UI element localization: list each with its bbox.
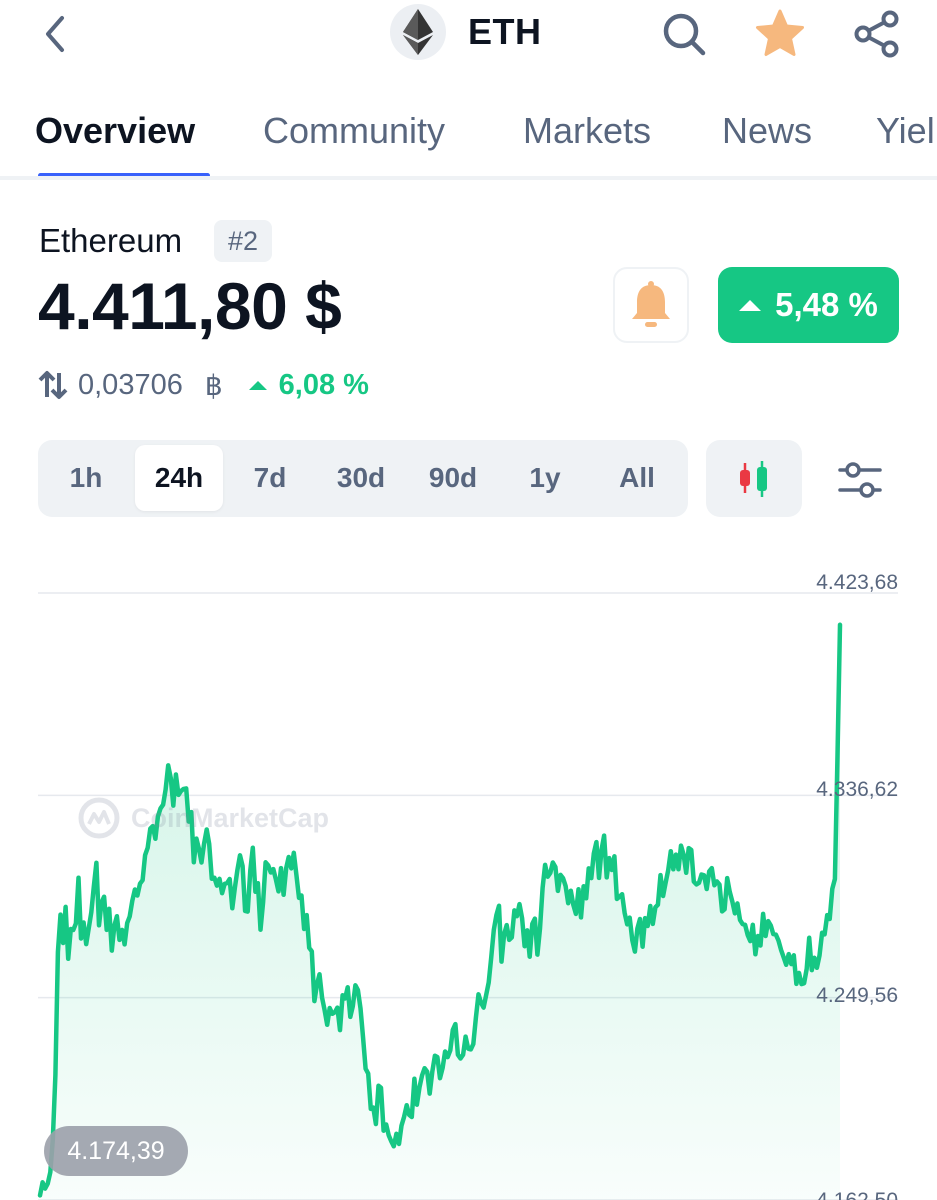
top-bar: ETH [0, 0, 937, 70]
low-price-tag: 4.174,39 [44, 1126, 188, 1176]
tab-community[interactable]: Community [263, 110, 445, 152]
range-1y[interactable]: 1y [501, 445, 589, 511]
coin-price: 4.411,80 $ [38, 269, 342, 343]
back-button[interactable] [30, 10, 78, 58]
price-change-badge: 5,48 % [718, 267, 899, 343]
price-chart-svg [37, 592, 898, 1200]
tab-news[interactable]: News [722, 110, 812, 152]
tab-overview[interactable]: Overview [35, 110, 195, 152]
share-icon [854, 10, 899, 58]
range-all[interactable]: All [593, 445, 681, 511]
candlestick-toggle-button[interactable] [706, 440, 802, 517]
btc-symbol: ฿ [204, 369, 223, 401]
share-button[interactable] [849, 6, 905, 62]
search-button[interactable] [656, 6, 712, 62]
bell-icon [632, 281, 670, 327]
ethereum-logo-icon [390, 4, 446, 60]
y-tick-label: 4.162,50 [816, 1189, 898, 1200]
star-icon [756, 9, 804, 56]
y-tick-label: 4.423,68 [816, 571, 898, 594]
sliders-icon [838, 462, 882, 498]
search-icon [663, 13, 706, 56]
rank-badge: #2 [214, 220, 272, 262]
price-chart[interactable]: CoinMarketCap 4.423,68 4.336,62 4.249,56… [0, 560, 937, 1200]
candlestick-icon [740, 460, 767, 497]
range-7d[interactable]: 7d [226, 445, 314, 511]
btc-price-change: 6,08 % [278, 368, 369, 401]
watermark: CoinMarketCap [77, 796, 329, 840]
coin-name: Ethereum [39, 222, 183, 259]
chart-settings-button[interactable] [828, 448, 892, 512]
tab-bar: Overview Community Markets News Yiel [0, 100, 937, 180]
price-area-fill [40, 624, 840, 1200]
range-1h[interactable]: 1h [42, 445, 130, 511]
btc-price: 0,03706 [78, 368, 183, 401]
price-alert-button[interactable] [613, 267, 689, 343]
watermark-text: CoinMarketCap [131, 802, 330, 833]
tab-markets[interactable]: Markets [523, 110, 651, 152]
watchlist-star-button[interactable] [752, 6, 808, 62]
btc-price-row: 0,03706 ฿ 6,08 % [38, 365, 369, 405]
range-30d[interactable]: 30d [317, 445, 405, 511]
swap-arrows-icon[interactable] [38, 370, 68, 400]
price-change-value: 5,48 % [775, 286, 878, 323]
tab-yield[interactable]: Yiel [876, 110, 935, 152]
back-icon [46, 16, 64, 52]
y-tick-label: 4.249,56 [816, 984, 898, 1007]
coin-symbol: ETH [468, 11, 542, 52]
up-arrow-icon [739, 299, 762, 311]
tabs-divider [0, 176, 937, 180]
range-90d[interactable]: 90d [409, 445, 497, 511]
coinmarketcap-logo-icon [78, 797, 120, 839]
time-range-selector: 1h 24h 7d 30d 90d 1y All [38, 440, 688, 517]
range-24h[interactable]: 24h [135, 445, 223, 511]
up-arrow-icon [248, 380, 267, 390]
y-tick-label: 4.336,62 [816, 778, 898, 801]
coin-title: ETH [390, 4, 542, 60]
